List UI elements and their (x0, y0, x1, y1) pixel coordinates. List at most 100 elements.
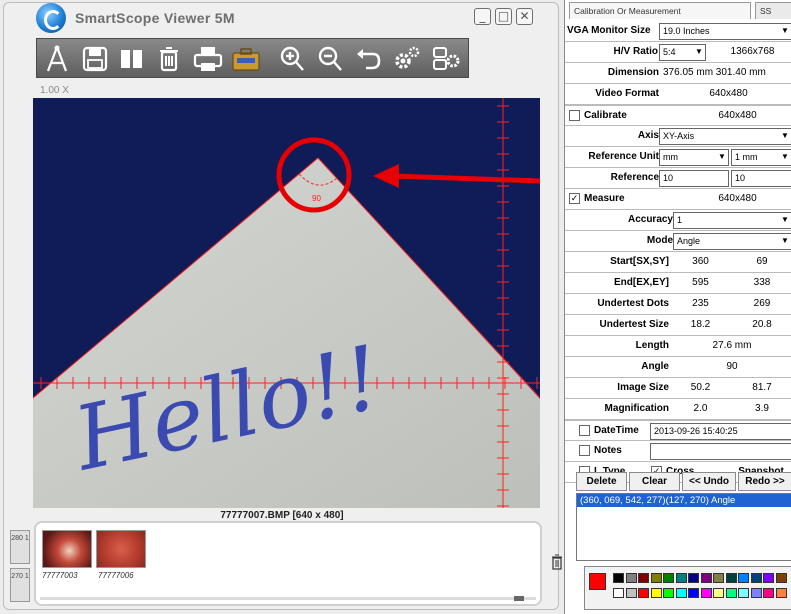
maximize-button[interactable]: □ (495, 8, 512, 25)
color-swatch[interactable] (713, 573, 724, 583)
datetime-checkbox[interactable] (579, 425, 590, 436)
notes-checkbox[interactable] (579, 445, 590, 456)
color-swatch[interactable] (700, 573, 712, 583)
briefcase-button[interactable] (229, 42, 263, 76)
length-value: 27.6 mm (712, 340, 752, 351)
print-icon (193, 47, 223, 71)
ratio-select[interactable]: 5:4 ▼ (659, 44, 706, 61)
zoom-out-icon (318, 46, 342, 71)
color-swatch[interactable] (725, 588, 737, 598)
settings-button[interactable] (389, 42, 423, 76)
app-logo-icon (36, 3, 66, 33)
zoom-out-button[interactable] (313, 42, 347, 76)
redo-measure-button[interactable]: Redo >> (738, 472, 791, 491)
image-canvas[interactable]: 90 Hello!! (33, 98, 540, 508)
axis-select[interactable]: XY-Axis ▼ (659, 128, 791, 145)
calibrate-checkbox[interactable] (569, 110, 580, 121)
datetime-input[interactable]: 2013-09-26 15:40:25 (650, 423, 791, 440)
color-swatch[interactable] (775, 588, 787, 598)
thumbnail-side-tab-1[interactable]: 280 1 (10, 530, 30, 564)
notes-input[interactable] (650, 443, 791, 460)
reference-input-1[interactable]: 10 (659, 170, 729, 187)
print-button[interactable] (191, 42, 225, 76)
color-swatch[interactable] (638, 588, 649, 598)
camera-settings-button[interactable] (429, 42, 463, 76)
undo-button[interactable] (351, 42, 385, 76)
clear-button[interactable]: Clear (629, 472, 680, 491)
color-swatch[interactable] (688, 588, 699, 598)
color-swatch[interactable] (663, 588, 674, 598)
log-entry[interactable]: (360, 069, 542, 277)(127, 270) Angle (577, 494, 791, 507)
measure-tool-button[interactable] (40, 42, 74, 76)
undertest-dots-y: 269 (753, 298, 771, 309)
recycle-bin-icon[interactable] (551, 554, 563, 570)
viewer-window: SmartScope Viewer 5M _ □ ✕ 1.00 X 90 Hel… (0, 0, 564, 614)
delete-button[interactable] (152, 42, 186, 76)
mode-select[interactable]: Angle ▼ (673, 233, 791, 250)
image-size-label: Image Size (617, 382, 669, 393)
color-swatch[interactable] (650, 588, 662, 598)
thumbnail-scrollbar[interactable] (40, 597, 536, 600)
color-swatch[interactable] (738, 588, 749, 598)
tab-ss[interactable]: SS (755, 2, 791, 19)
image-size-row: Image Size 50.2 81.7 (565, 378, 791, 399)
image-filename: 77777007.BMP [640 x 480] (220, 510, 344, 521)
color-swatch[interactable] (763, 573, 774, 583)
video-format-row: Video Format 640x480 (565, 84, 791, 105)
notes-label: Notes (594, 445, 622, 456)
thumbnail-side-tab-2[interactable]: 270 1 (10, 568, 30, 602)
color-swatch[interactable] (675, 573, 687, 583)
thumbnail-image-2[interactable] (96, 530, 146, 568)
chevron-down-icon: ▼ (781, 152, 789, 161)
current-color-swatch[interactable] (589, 573, 606, 590)
measure-label: Measure (584, 193, 625, 204)
undo-measure-button[interactable]: << Undo (682, 472, 736, 491)
color-swatch[interactable] (750, 588, 762, 598)
measurement-log[interactable]: (360, 069, 542, 277)(127, 270) Angle (576, 493, 791, 561)
color-swatch[interactable] (725, 573, 737, 583)
minimize-button[interactable]: _ (474, 8, 491, 25)
color-swatch[interactable] (688, 573, 699, 583)
accuracy-select[interactable]: 1 ▼ (673, 212, 791, 229)
color-swatch[interactable] (663, 573, 674, 583)
thumbnail-label-1: 77777003 (42, 571, 78, 580)
color-swatch[interactable] (750, 573, 762, 583)
color-swatch[interactable] (700, 588, 712, 598)
color-swatch[interactable] (775, 573, 787, 583)
color-swatch[interactable] (613, 573, 624, 583)
save-button[interactable] (78, 42, 112, 76)
copy-button[interactable] (115, 42, 149, 76)
undertest-size-y: 20.8 (752, 319, 772, 330)
reference-unit-row: Reference Unit mm ▼ 1 mm ▼ (565, 147, 791, 168)
color-swatch[interactable] (625, 588, 637, 598)
reference-step-select[interactable]: 1 mm ▼ (731, 149, 791, 166)
reference-unit-select[interactable]: mm ▼ (659, 149, 729, 166)
chevron-down-icon: ▼ (695, 47, 703, 56)
monitor-size-select[interactable]: 19.0 Inches ▼ (659, 23, 791, 40)
mode-label: Mode (646, 235, 673, 246)
chevron-down-icon: ▼ (781, 26, 789, 35)
close-button[interactable]: ✕ (516, 8, 533, 25)
tab-calibration-measurement[interactable]: Calibration Or Measurement (569, 2, 751, 19)
color-swatch[interactable] (675, 588, 687, 598)
zoom-in-button[interactable] (275, 42, 309, 76)
captured-image: 90 Hello!! (33, 98, 540, 508)
thumbnail-scroll-handle[interactable] (514, 596, 524, 601)
color-swatch[interactable] (638, 573, 649, 583)
color-swatch[interactable] (625, 573, 637, 583)
color-swatch[interactable] (738, 573, 749, 583)
measure-checkbox[interactable]: ✓ (569, 193, 580, 204)
color-swatch[interactable] (613, 588, 624, 598)
thumbnail-image-1[interactable] (42, 530, 92, 568)
color-swatch[interactable] (763, 588, 774, 598)
reference-input-2[interactable]: 10 (731, 170, 791, 187)
color-swatch[interactable] (713, 588, 724, 598)
copy-icon (121, 50, 142, 68)
color-swatch[interactable] (650, 573, 662, 583)
undertest-dots-label: Undertest Dots (597, 298, 669, 309)
video-format-value: 640x480 (709, 88, 748, 99)
chevron-down-icon: ▼ (718, 152, 726, 161)
length-row: Length 27.6 mm (565, 336, 791, 357)
delete-measure-button[interactable]: Delete (576, 472, 627, 491)
undertest-size-x: 18.2 (690, 319, 711, 330)
